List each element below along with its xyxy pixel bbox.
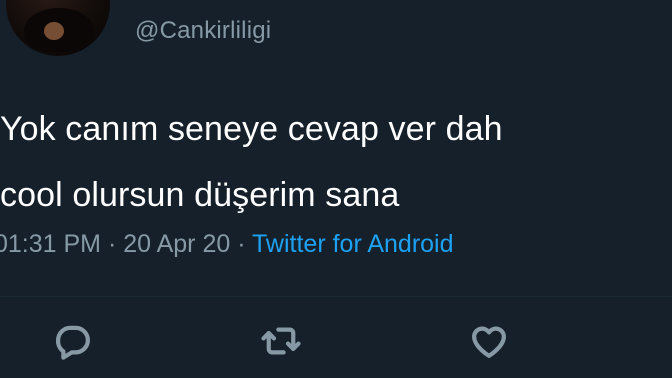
meta-separator: ·	[101, 230, 124, 258]
user-handle[interactable]: @Cankirliligi	[135, 17, 271, 45]
reply-icon	[56, 325, 90, 360]
action-bar	[0, 318, 672, 364]
avatar-face	[44, 22, 64, 40]
avatar[interactable]	[6, 0, 110, 56]
like-button[interactable]	[466, 318, 512, 364]
reply-button[interactable]	[50, 318, 96, 364]
heart-icon	[472, 326, 506, 358]
retweet-icon	[261, 327, 301, 355]
tweet-text-line-1: Yok canım seneye cevap ver dah	[0, 110, 503, 148]
divider	[0, 296, 672, 297]
tweet-time: 01:31 PM	[0, 230, 102, 258]
tweet-text-line-2: cool olursun düşerim sana	[0, 176, 400, 214]
meta-separator: ·	[230, 230, 253, 258]
tweet-text: Yok canım seneye cevap ver dah cool olur…	[0, 96, 672, 228]
tweet-source-link[interactable]: Twitter for Android	[252, 230, 453, 258]
tweet-meta: 01:31 PM · 20 Apr 20 · Twitter for Andro…	[0, 230, 454, 259]
retweet-button[interactable]	[258, 318, 304, 364]
tweet-date: 20 Apr 20	[123, 230, 231, 258]
